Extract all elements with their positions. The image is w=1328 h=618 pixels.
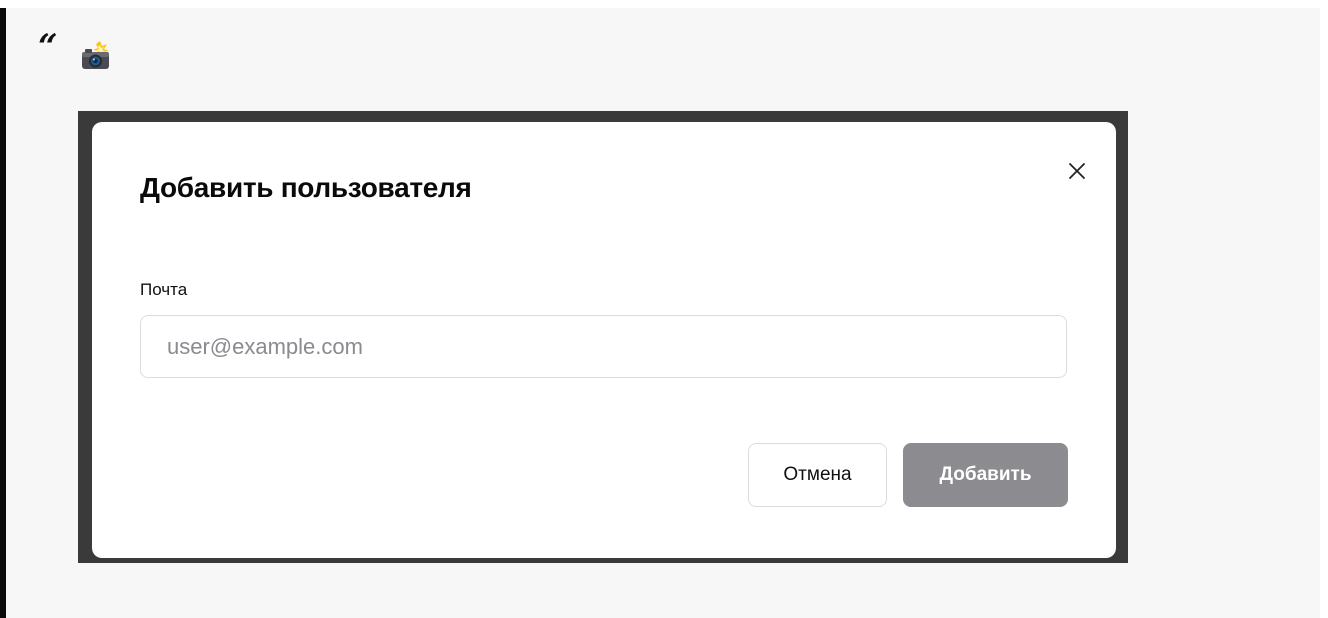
add-user-button[interactable]: Добавить [903, 443, 1068, 507]
camera-flash-icon [82, 41, 109, 69]
quote-block: “ Добавить пользователя Почта user@examp… [0, 8, 1320, 618]
quote-mark-icon: “ [38, 27, 57, 67]
screenshot-frame: Добавить пользователя Почта Отмена Добав… [78, 111, 1128, 563]
email-field[interactable] [140, 315, 1067, 378]
dialog-title: Добавить пользователя [140, 172, 472, 203]
close-icon[interactable] [1066, 160, 1088, 182]
email-label: Почта [140, 280, 188, 299]
add-user-dialog: Добавить пользователя Почта Отмена Добав… [92, 122, 1116, 558]
page: “ Добавить пользователя Почта user@examp… [0, 0, 1328, 618]
cancel-button[interactable]: Отмена [748, 443, 887, 507]
